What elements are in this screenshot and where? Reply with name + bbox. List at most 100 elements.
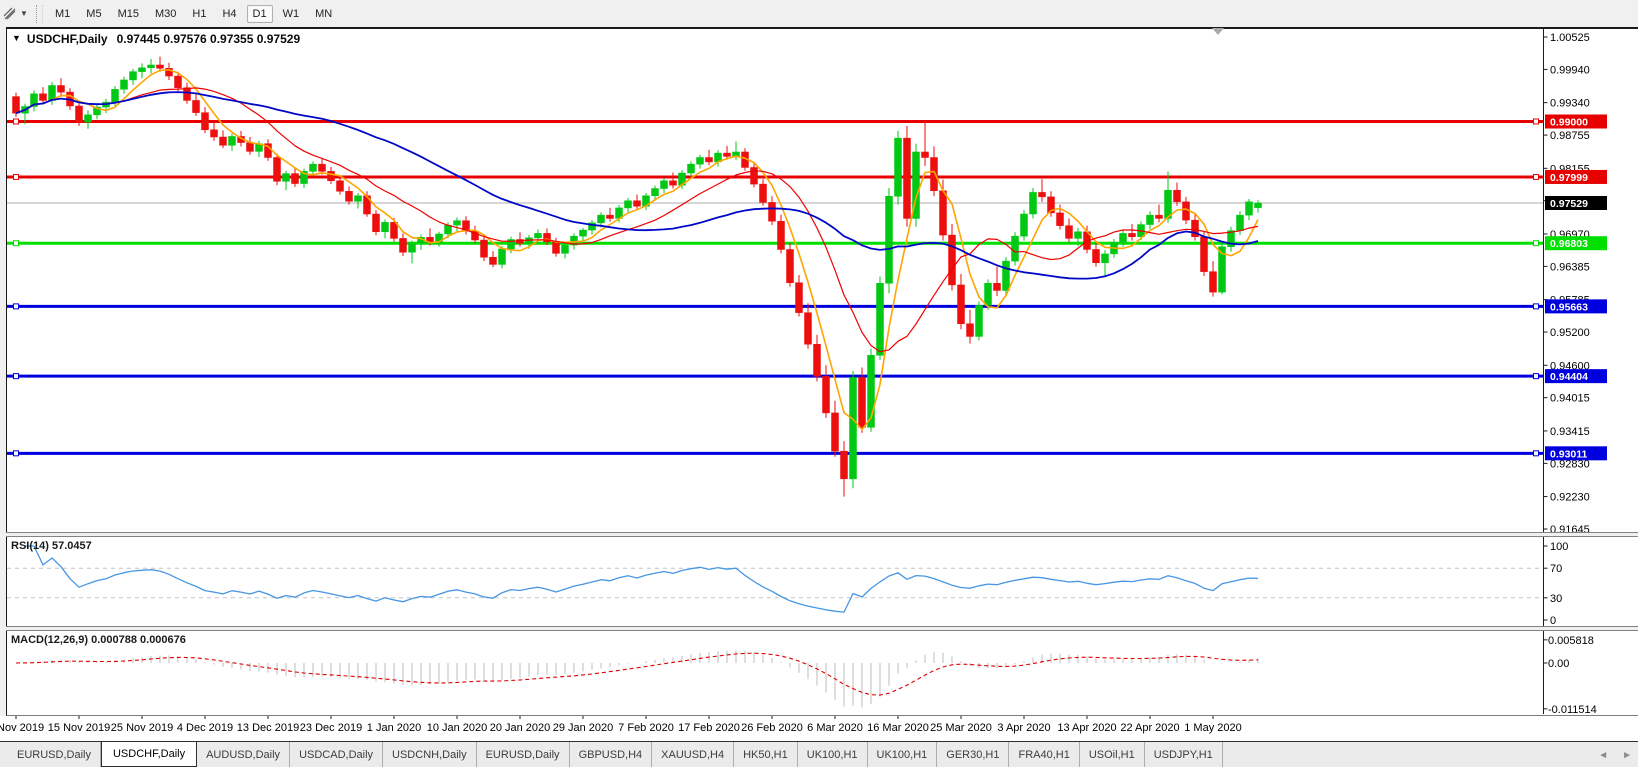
candle-body (787, 249, 794, 282)
line-handle-right[interactable] (1534, 374, 1539, 379)
macd-signal-line (16, 653, 1258, 695)
date-axis-label: 15 Nov 2019 (48, 722, 110, 734)
price-line-label: 0.94404 (1550, 371, 1588, 383)
line-handle-right[interactable] (1534, 174, 1539, 179)
tab-scroll-left-icon[interactable]: ◄ (1598, 750, 1608, 761)
rsi-indicator-panel[interactable]: 10070300 (0, 537, 1638, 626)
tab-usdchf-daily[interactable]: USDCHF,Daily (101, 742, 197, 767)
timeframe-button-m30[interactable]: M30 (149, 5, 182, 23)
tab-uk100-h1[interactable]: UK100,H1 (798, 742, 868, 767)
top-toolbar: ▼ M1M5 M15M30H1H4 D1W1MN (0, 0, 1638, 27)
tab-gbpusd-h4[interactable]: GBPUSD,H4 (570, 742, 653, 767)
date-axis-label: 22 Apr 2020 (1120, 722, 1179, 734)
candle-body (562, 245, 569, 253)
crosshair-glyph (2, 6, 18, 22)
candle-body (202, 113, 209, 130)
line-handle-left[interactable] (14, 451, 19, 456)
candle-body (1066, 226, 1073, 239)
tab-ger30-h1[interactable]: GER30,H1 (937, 742, 1009, 767)
date-axis-label: 13 Apr 2020 (1057, 722, 1116, 734)
candle-body (661, 181, 668, 189)
current-price-label: 0.97529 (1550, 198, 1588, 210)
rsi-line (25, 546, 1258, 612)
date-axis-label: 4 Dec 2019 (177, 722, 233, 734)
candle-body (157, 65, 164, 68)
timeframe-button-m1[interactable]: M1 (49, 5, 76, 23)
candle-body (292, 174, 299, 184)
timeframe-button-mn[interactable]: MN (309, 5, 338, 23)
symbol-dropdown-icon[interactable]: ▼ (12, 33, 21, 43)
line-handle-right[interactable] (1534, 241, 1539, 246)
price-axis-label: 0.92230 (1550, 492, 1590, 504)
rsi-axis-label: 100 (1550, 541, 1568, 553)
chart-title-ohlc: 0.97445 0.97576 0.97355 0.97529 (117, 32, 301, 46)
timeframe-button-d1[interactable]: D1 (247, 5, 273, 23)
candle-body (1210, 272, 1217, 293)
candle-body (949, 235, 956, 285)
line-handle-left[interactable] (14, 241, 19, 246)
line-handle-right[interactable] (1534, 119, 1539, 124)
tab-usoil-h1[interactable]: USOil,H1 (1080, 742, 1145, 767)
chart-title: ▼ USDCHF,Daily 0.97445 0.97576 0.97355 0… (12, 32, 300, 46)
tab-scroll-right-icon[interactable]: ► (1622, 750, 1632, 761)
dropdown-caret-icon[interactable]: ▼ (20, 9, 28, 18)
tab-eurusd-daily[interactable]: EURUSD,Daily (477, 742, 570, 767)
price-line-label: 0.96803 (1550, 238, 1588, 250)
line-handle-left[interactable] (14, 304, 19, 309)
price-axis-label: 0.94015 (1550, 393, 1590, 405)
line-handle-right[interactable] (1534, 451, 1539, 456)
candle-body (193, 100, 200, 112)
candle-body (904, 138, 911, 218)
candle-body (112, 89, 119, 102)
candle-body (598, 215, 605, 223)
candle-body (724, 153, 731, 156)
tab-scroll-arrows: ◄ ► (1598, 742, 1632, 768)
candle-body (319, 164, 326, 171)
timeframe-button-h1[interactable]: H1 (186, 5, 212, 23)
tab-hk50-h1[interactable]: HK50,H1 (734, 742, 798, 767)
tab-uk100-h1[interactable]: UK100,H1 (868, 742, 938, 767)
draw-tool-icon[interactable]: ▼ (2, 3, 28, 25)
tab-usdcad-daily[interactable]: USDCAD,Daily (290, 742, 383, 767)
tab-audusd-daily[interactable]: AUDUSD,Daily (197, 742, 290, 767)
macd-indicator-panel[interactable]: 0.0058180.00-0.011514 (0, 631, 1638, 714)
price-axis-label: 0.98755 (1550, 130, 1590, 142)
tab-usdcnh-daily[interactable]: USDCNH,Daily (383, 742, 477, 767)
candle-body (211, 130, 218, 137)
candle-body (967, 324, 974, 337)
candle-body (130, 72, 137, 80)
candle-body (454, 221, 461, 225)
line-handle-left[interactable] (14, 119, 19, 124)
main-price-chart[interactable]: 1.005250.999400.993400.987550.981550.975… (0, 29, 1638, 532)
line-handle-left[interactable] (14, 174, 19, 179)
candle-body (40, 94, 47, 101)
line-handle-right[interactable] (1534, 304, 1539, 309)
macd-histogram (16, 650, 1258, 707)
candle-body (400, 238, 407, 252)
date-axis-label: 17 Feb 2020 (678, 722, 740, 734)
candle-body (1057, 213, 1064, 226)
candle-body (175, 76, 182, 88)
timeframe-button-m15[interactable]: M15 (112, 5, 145, 23)
candle-body (985, 283, 992, 305)
line-handle-left[interactable] (14, 374, 19, 379)
timeframe-button-w1[interactable]: W1 (277, 5, 306, 23)
tab-usdjpy-h1[interactable]: USDJPY,H1 (1145, 742, 1223, 767)
date-axis: 6 Nov 201915 Nov 201925 Nov 20194 Dec 20… (0, 716, 1638, 741)
tab-eurusd-daily[interactable]: EURUSD,Daily (8, 742, 101, 767)
candle-body (1102, 254, 1109, 263)
candle-body (922, 152, 929, 158)
tab-fra40-h1[interactable]: FRA40,H1 (1009, 742, 1079, 767)
candle-body (625, 201, 632, 208)
candle-body (1255, 203, 1262, 208)
timeframe-button-h4[interactable]: H4 (216, 5, 242, 23)
candle-body (1147, 215, 1154, 224)
timeframe-button-m5[interactable]: M5 (80, 5, 107, 23)
tab-xauusd-h4[interactable]: XAUUSD,H4 (652, 742, 734, 767)
candle-body (1003, 261, 1010, 290)
date-axis-label: 20 Jan 2020 (490, 722, 551, 734)
price-axis-label: 0.99340 (1550, 98, 1590, 110)
date-axis-label: 1 Jan 2020 (367, 722, 421, 734)
date-axis-label: 25 Nov 2019 (111, 722, 173, 734)
date-axis-label: 6 Mar 2020 (807, 722, 863, 734)
